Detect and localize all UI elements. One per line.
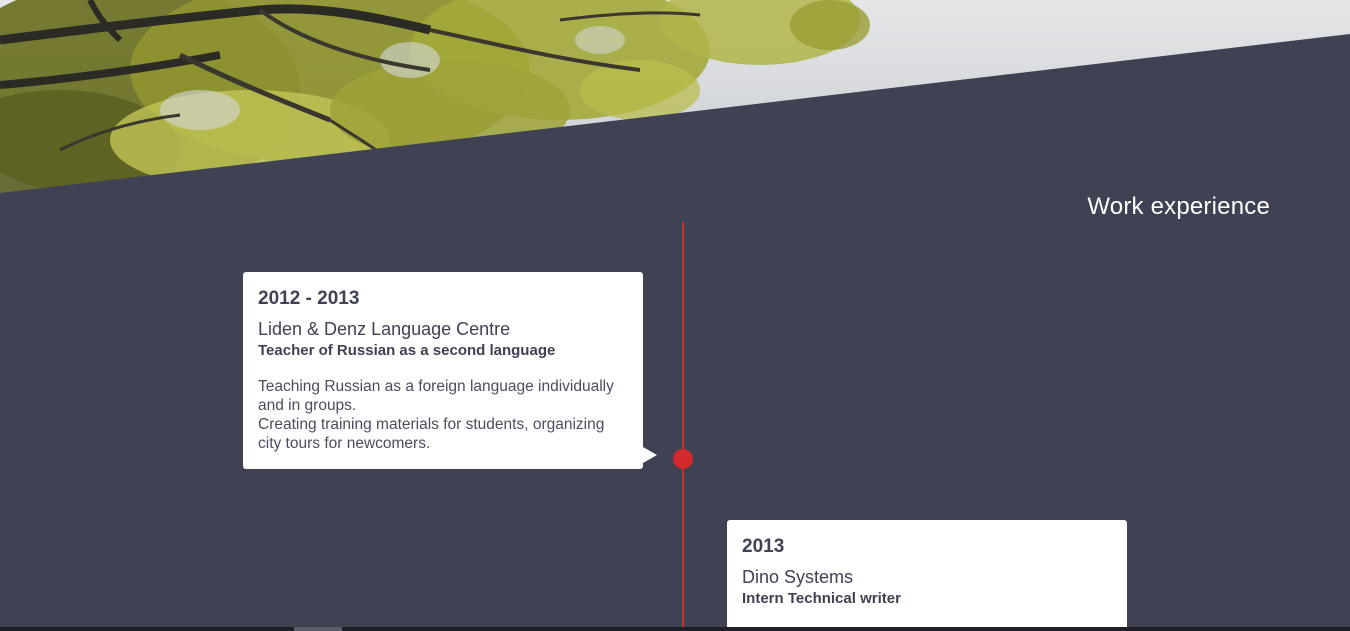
horizontal-scrollbar[interactable] — [0, 627, 1350, 631]
entry-role: Teacher of Russian as a second language — [258, 342, 556, 359]
scrollbar-thumb[interactable] — [294, 627, 342, 631]
entry-description-line: Creating training materials for students… — [258, 416, 605, 452]
entry-company: Dino Systems — [742, 567, 854, 587]
entry-description: Teaching Russian as a foreign language i… — [258, 377, 628, 453]
timeline-dot — [673, 449, 693, 469]
section-title: Work experience — [1087, 193, 1270, 220]
timeline-line — [682, 222, 684, 631]
entry-period: 2013 — [742, 536, 785, 557]
entry-description-line: Teaching Russian as a foreign language i… — [258, 378, 614, 414]
timeline-entry-card: 2013 Dino Systems Intern Technical write… — [727, 520, 1127, 631]
card-pointer-arrow — [643, 447, 657, 463]
page: Work experience 2012 - 2013 Liden & Denz… — [0, 0, 1350, 631]
entry-role: Intern Technical writer — [742, 590, 901, 607]
entry-company: Liden & Denz Language Centre — [258, 319, 511, 339]
tree-foliage-photo-icon — [0, 0, 870, 200]
entry-period: 2012 - 2013 — [258, 288, 360, 309]
timeline-entry-card: 2012 - 2013 Liden & Denz Language Centre… — [243, 272, 657, 469]
hero-photo — [0, 0, 1350, 200]
